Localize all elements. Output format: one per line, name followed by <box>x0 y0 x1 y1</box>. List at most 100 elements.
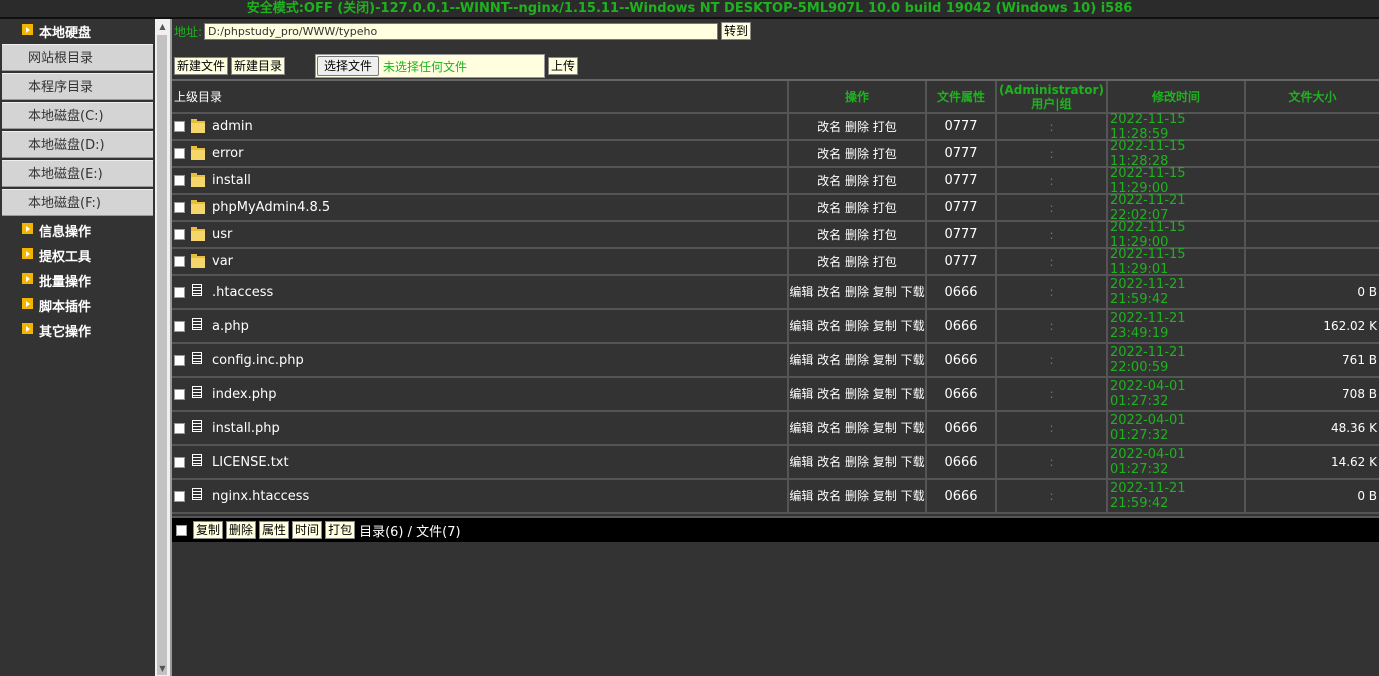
address-input[interactable]: D:/phpstudy_pro/WWW/typeho <box>204 22 719 40</box>
time-cell: 2022-04-01 01:27:32 <box>1108 378 1246 410</box>
file-name-link[interactable]: a.php <box>212 319 249 334</box>
bulk-delete-button[interactable]: 删除 <box>226 521 257 539</box>
perm-link[interactable]: 0777 <box>944 173 977 188</box>
file-ops-links[interactable]: 编辑 改名 删除 复制 下载 <box>789 420 924 436</box>
sidebar-item-program-dir[interactable]: 本程序目录 <box>2 73 153 100</box>
perm-link[interactable]: 0777 <box>944 119 977 134</box>
dir-ops-links[interactable]: 改名 删除 打包 <box>817 254 897 270</box>
time-link[interactable]: 2022-11-15 11:28:28 <box>1108 139 1244 169</box>
bulk-time-button[interactable]: 时间 <box>292 521 323 539</box>
scroll-down-icon[interactable]: ▼ <box>155 661 170 676</box>
perm-link[interactable]: 0666 <box>944 421 977 436</box>
time-link[interactable]: 2022-04-01 01:27:32 <box>1108 447 1244 477</box>
new-dir-button[interactable]: 新建目录 <box>231 57 286 75</box>
file-name-link[interactable]: LICENSE.txt <box>212 455 289 470</box>
dir-name-link[interactable]: error <box>212 146 243 161</box>
row-checkbox[interactable] <box>174 175 185 186</box>
dir-ops-links[interactable]: 改名 删除 打包 <box>817 119 897 135</box>
file-ops-links[interactable]: 编辑 改名 删除 复制 下载 <box>789 488 924 504</box>
perm-link[interactable]: 0777 <box>944 200 977 215</box>
choose-file-button[interactable]: 选择文件 <box>317 56 380 76</box>
row-checkbox[interactable] <box>174 354 185 366</box>
dir-ops-links[interactable]: 改名 删除 打包 <box>817 173 897 189</box>
dir-name-link[interactable]: var <box>212 254 233 269</box>
file-ops-links[interactable]: 编辑 改名 删除 复制 下载 <box>789 454 924 470</box>
perm-link[interactable]: 0666 <box>944 285 977 300</box>
file-ops-links[interactable]: 编辑 改名 删除 复制 下载 <box>789 352 924 368</box>
row-checkbox[interactable] <box>174 490 185 502</box>
time-link[interactable]: 2022-11-15 11:29:00 <box>1108 220 1244 250</box>
row-checkbox[interactable] <box>174 456 185 468</box>
menu-privilege-tools[interactable]: 提权工具 <box>0 243 155 268</box>
upload-button[interactable]: 上传 <box>548 57 579 75</box>
menu-info-ops[interactable]: 信息操作 <box>0 218 155 243</box>
scroll-up-icon[interactable]: ▲ <box>155 19 170 34</box>
file-ops-links[interactable]: 编辑 改名 删除 复制 下载 <box>789 318 924 334</box>
file-ops-links[interactable]: 编辑 改名 删除 复制 下载 <box>789 284 924 300</box>
sidebar-item-disk-e[interactable]: 本地磁盘(E:) <box>2 160 153 187</box>
perm-link[interactable]: 0666 <box>944 353 977 368</box>
menu-local-disk[interactable]: 本地硬盘 <box>0 19 155 44</box>
menu-batch-ops[interactable]: 批量操作 <box>0 268 155 293</box>
folder-icon <box>191 253 205 268</box>
row-checkbox[interactable] <box>174 286 185 298</box>
goto-button[interactable]: 转到 <box>721 22 752 40</box>
menu-script-plugins[interactable]: 脚本插件 <box>0 293 155 318</box>
bulk-pack-button[interactable]: 打包 <box>325 521 356 539</box>
folder-icon <box>191 199 205 214</box>
sidebar-item-disk-f[interactable]: 本地磁盘(F:) <box>2 189 153 216</box>
sidebar-item-web-root[interactable]: 网站根目录 <box>2 44 153 71</box>
select-all-checkbox[interactable] <box>176 524 187 536</box>
file-name-link[interactable]: nginx.htaccess <box>212 489 309 504</box>
time-link[interactable]: 2022-11-15 11:29:00 <box>1108 166 1244 196</box>
menu-other-ops[interactable]: 其它操作 <box>0 318 155 343</box>
row-checkbox[interactable] <box>174 148 185 159</box>
file-name-link[interactable]: .htaccess <box>212 285 273 300</box>
row-checkbox[interactable] <box>174 202 185 213</box>
table-row: index.php 编辑 改名 删除 复制 下载 0666: 2022-04-01 0… <box>172 378 1379 412</box>
time-link[interactable]: 2022-11-21 22:02:07 <box>1108 193 1244 223</box>
time-link[interactable]: 2022-11-21 23:49:19 <box>1108 311 1244 341</box>
file-name-link[interactable]: index.php <box>212 387 276 402</box>
perm-link[interactable]: 0666 <box>944 455 977 470</box>
row-checkbox[interactable] <box>174 320 185 332</box>
dir-ops-links[interactable]: 改名 删除 打包 <box>817 227 897 243</box>
perm-link[interactable]: 0666 <box>944 489 977 504</box>
file-name-link[interactable]: config.inc.php <box>212 353 304 368</box>
sidebar-item-disk-d[interactable]: 本地磁盘(D:) <box>2 131 153 158</box>
scroll-thumb[interactable] <box>157 35 167 675</box>
row-checkbox[interactable] <box>174 121 185 132</box>
dir-ops-links[interactable]: 改名 删除 打包 <box>817 200 897 216</box>
dir-name-link[interactable]: usr <box>212 227 232 242</box>
row-checkbox[interactable] <box>174 388 185 400</box>
time-link[interactable]: 2022-11-15 11:29:01 <box>1108 247 1244 277</box>
time-link[interactable]: 2022-04-01 01:27:32 <box>1108 379 1244 409</box>
perm-link[interactable]: 0666 <box>944 319 977 334</box>
time-link[interactable]: 2022-11-21 21:59:42 <box>1108 277 1244 307</box>
file-ops-links[interactable]: 编辑 改名 删除 复制 下载 <box>789 386 924 402</box>
perm-link[interactable]: 0777 <box>944 146 977 161</box>
perm-link[interactable]: 0777 <box>944 227 977 242</box>
dir-name-link[interactable]: install <box>212 173 251 188</box>
time-link[interactable]: 2022-11-21 21:59:42 <box>1108 481 1244 511</box>
parent-dir-link[interactable]: 上级目录 <box>172 81 789 112</box>
perm-link[interactable]: 0666 <box>944 387 977 402</box>
owner-value: : <box>1049 119 1054 134</box>
bulk-copy-button[interactable]: 复制 <box>193 521 224 539</box>
row-checkbox[interactable] <box>174 229 185 240</box>
sidebar-item-disk-c[interactable]: 本地磁盘(C:) <box>2 102 153 129</box>
sidebar-scrollbar[interactable]: ▲ ▼ <box>155 19 172 676</box>
new-file-button[interactable]: 新建文件 <box>174 57 229 75</box>
row-checkbox[interactable] <box>174 256 185 267</box>
row-checkbox[interactable] <box>174 422 185 434</box>
time-link[interactable]: 2022-11-21 22:00:59 <box>1108 345 1244 375</box>
file-name-link[interactable]: install.php <box>212 421 280 436</box>
header-owner: (Administrator) 用户|组 <box>997 81 1108 112</box>
bulk-attr-button[interactable]: 属性 <box>259 521 290 539</box>
dir-name-link[interactable]: admin <box>212 119 253 134</box>
dir-ops-links[interactable]: 改名 删除 打包 <box>817 146 897 162</box>
time-link[interactable]: 2022-04-01 01:27:32 <box>1108 413 1244 443</box>
dir-name-link[interactable]: phpMyAdmin4.8.5 <box>212 200 330 215</box>
perm-link[interactable]: 0777 <box>944 254 977 269</box>
time-link[interactable]: 2022-11-15 11:28:59 <box>1108 112 1244 142</box>
